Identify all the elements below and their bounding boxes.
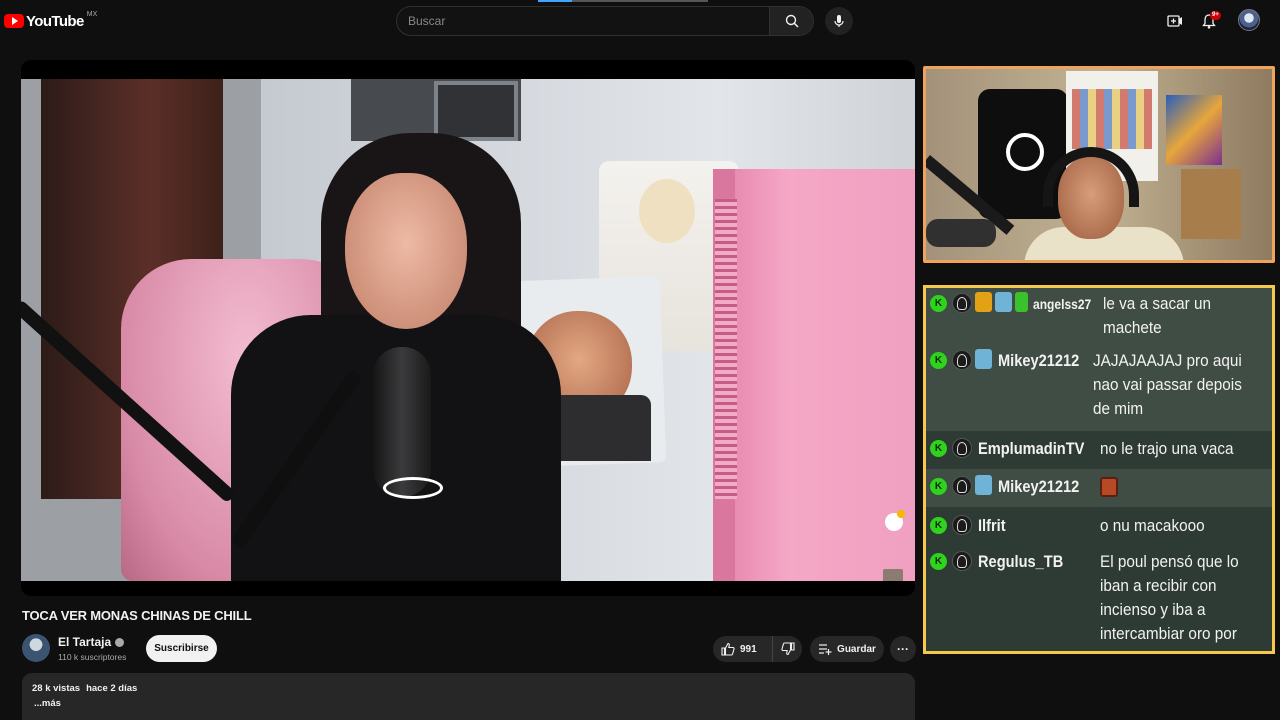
chat-text: El poul pensó que lo iban a recibir con … xyxy=(1100,552,1239,651)
voice-search-button[interactable] xyxy=(825,7,853,35)
kick-icon: K xyxy=(930,517,947,534)
loading-progress-bar xyxy=(538,0,708,2)
channel-name-row[interactable]: El Tartaja xyxy=(58,635,125,649)
user-icon xyxy=(952,350,972,370)
chat-message: K angelss27 le va a sacar un machete xyxy=(926,288,1272,343)
kick-icon: K xyxy=(930,440,947,457)
user-icon xyxy=(952,293,972,313)
user-icon xyxy=(952,476,972,496)
subscriber-count: 110 k suscriptores xyxy=(58,652,127,662)
kick-icon: K xyxy=(930,553,947,570)
chat-text: no le trajo una vaca xyxy=(1100,439,1234,458)
pc-case-grille xyxy=(715,199,737,499)
subscribe-button[interactable]: Suscribirse xyxy=(146,635,217,662)
user-icon xyxy=(952,438,972,458)
scene-picture-frame xyxy=(434,81,518,141)
crown-icon xyxy=(975,292,992,312)
upload-date: hace 2 días xyxy=(86,683,138,694)
channel-name[interactable]: El Tartaja xyxy=(58,635,111,649)
more-actions-button[interactable]: ··· xyxy=(890,636,916,662)
sub-emote-icon xyxy=(975,475,992,495)
chat-text: le va a sacar un machete xyxy=(1103,294,1212,337)
save-button[interactable]: Guardar xyxy=(810,636,884,662)
sub-emote-icon xyxy=(995,292,1012,312)
chat-message: K EmplumadinTV no le trajo una vaca xyxy=(926,431,1272,469)
like-button[interactable]: 991 xyxy=(713,636,773,662)
anime-pillow-figure xyxy=(639,179,695,243)
chat-username: EmplumadinTV xyxy=(978,439,1085,458)
search-button[interactable] xyxy=(769,7,813,35)
video-frame[interactable] xyxy=(21,79,915,581)
view-count: 28 k vistas xyxy=(32,683,81,694)
chat-text: o nu macakooo xyxy=(1100,516,1205,535)
chat-overlay: K angelss27 le va a sacar un machete K M… xyxy=(923,285,1275,654)
like-count: 991 xyxy=(740,643,757,655)
microphone xyxy=(373,347,431,497)
webcam-microphone xyxy=(926,219,996,247)
youtube-play-icon xyxy=(4,14,24,28)
search-icon xyxy=(785,14,799,28)
video-title: TOCA VER MONAS CHINAS DE CHILL xyxy=(22,608,252,623)
youtube-logo[interactable]: YouTube MX xyxy=(4,11,97,31)
more-icon: ··· xyxy=(897,642,909,656)
save-label: Guardar xyxy=(837,643,876,655)
notification-count-badge: 9+ xyxy=(1210,11,1221,20)
verified-icon xyxy=(115,637,125,647)
emote-face-icon xyxy=(1100,477,1118,497)
add-to-playlist-icon xyxy=(819,644,832,655)
top-bar: YouTube MX 9+ xyxy=(0,0,1280,42)
chat-username: angelss27 xyxy=(1033,296,1092,312)
user-icon xyxy=(952,515,972,535)
streamer-face xyxy=(345,173,467,329)
dislike-button[interactable] xyxy=(773,636,802,662)
like-dislike-group: 991 xyxy=(713,636,802,662)
lock-badge xyxy=(897,510,905,518)
account-avatar[interactable] xyxy=(1238,9,1260,31)
create-button[interactable] xyxy=(1164,10,1186,32)
chat-message: K Ilfrit o nu macakooo xyxy=(926,507,1272,545)
search-input[interactable] xyxy=(397,7,769,35)
kick-icon: K xyxy=(930,352,947,369)
webcam-figures xyxy=(1072,89,1152,149)
mic-icon xyxy=(834,15,844,27)
description-expand[interactable]: ...más xyxy=(34,698,905,709)
chat-username: Mikey21212 xyxy=(998,477,1080,496)
chat-message: K Mikey21212 xyxy=(926,469,1272,507)
user-icon xyxy=(952,551,972,571)
thumbs-down-icon xyxy=(780,642,795,656)
mic-ring-light xyxy=(383,477,443,499)
search-box xyxy=(396,6,814,36)
logo-text: YouTube xyxy=(26,12,84,30)
thumbs-up-icon xyxy=(721,642,735,656)
channel-avatar[interactable] xyxy=(22,634,50,662)
chat-username: Regulus_TB xyxy=(978,552,1064,571)
kick-icon: K xyxy=(930,295,947,312)
sub-emote-icon xyxy=(975,349,992,369)
webcam-posters xyxy=(1166,95,1222,165)
kick-icon: K xyxy=(930,478,947,495)
chat-username: Ilfrit xyxy=(978,516,1006,535)
webcam-wooden-furniture xyxy=(1181,169,1241,239)
description-box[interactable]: 28 k vistas hace 2 días ...más xyxy=(22,673,915,720)
chat-message: K Regulus_TB El poul pensó que lo iban a… xyxy=(926,545,1272,651)
video-stats: 28 k vistas hace 2 días xyxy=(32,683,905,694)
chat-text: JAJAJAAJAJ pro aqui nao vai passar depoi… xyxy=(1092,351,1242,418)
country-code: MX xyxy=(86,10,98,18)
create-icon xyxy=(1167,15,1182,27)
chat-username: Mikey21212 xyxy=(998,351,1080,370)
chat-message: K Mikey21212 JAJAJAAJAJ pro aqui nao vai… xyxy=(926,343,1272,431)
video-player[interactable] xyxy=(21,60,915,596)
streamer-webcam xyxy=(923,66,1275,263)
mini-webcam-thumbnail xyxy=(883,569,903,581)
gift-icon xyxy=(1015,292,1028,312)
